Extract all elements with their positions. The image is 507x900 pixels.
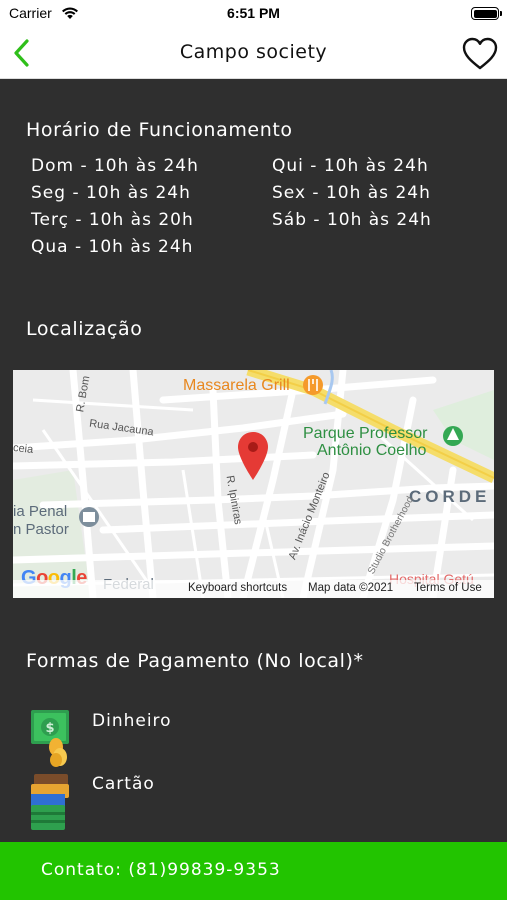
contact-label: Contato: (81)99839-9353 (41, 860, 281, 880)
contact-button[interactable]: Contato: (81)99839-9353 (0, 842, 507, 900)
heart-outline-icon (462, 37, 498, 70)
hours-line: Qua - 10h às 24h (31, 237, 194, 257)
payment-section-title: Formas de Pagamento (No local)* (26, 650, 364, 672)
battery-icon (471, 7, 502, 20)
nav-bar: Campo society (0, 28, 507, 79)
payment-method-label: Dinheiro (92, 711, 172, 731)
hours-line: Qui - 10h às 24h (272, 156, 429, 176)
status-time: 6:51 PM (227, 5, 280, 21)
payment-method-label: Cartão (92, 774, 155, 794)
map-place-label: Massarela Grill (183, 377, 290, 394)
payment-method-item: $ Dinheiro (30, 707, 490, 767)
cash-coins-icon: $ (31, 710, 69, 767)
payment-method-item: Cartão (30, 772, 490, 832)
keyboard-shortcuts-link[interactable]: Keyboard shortcuts (188, 582, 287, 594)
hours-line: Sáb - 10h às 24h (272, 210, 432, 230)
map-place-label: n Pastor (13, 521, 69, 538)
svg-text:$: $ (45, 721, 54, 736)
location-map[interactable]: Massarela Grill Parque Professor Antônio… (13, 370, 494, 598)
hours-column-left: Dom - 10h às 24h Seg - 10h às 24h Terç -… (31, 153, 199, 261)
status-bar: Carrier 6:51 PM (0, 0, 507, 28)
map-place-label: Antônio Coelho (317, 442, 427, 459)
hours-line: Sex - 10h às 24h (272, 183, 431, 203)
page-title: Campo society (179, 41, 328, 63)
hours-line: Seg - 10h às 24h (31, 183, 191, 203)
map-place-label: Parque Professor (303, 425, 428, 442)
hours-line: Terç - 10h às 20h (31, 210, 194, 230)
map-footer: Keyboard shortcuts Map data ©2021 Terms … (13, 580, 494, 598)
hours-line: Dom - 10h às 24h (31, 156, 199, 176)
map-street-label: ceia (13, 441, 34, 457)
map-data-label: Map data ©2021 (308, 582, 394, 594)
location-section-title: Localização (26, 318, 143, 340)
map-place-label: ia Penal (13, 503, 68, 520)
map-place-label: CORDE (409, 487, 491, 506)
favorite-button[interactable] (461, 35, 499, 73)
hours-section-title: Horário de Funcionamento (26, 119, 293, 141)
hours-column-right: Qui - 10h às 24h Sex - 10h às 24h Sáb - … (272, 153, 432, 234)
wallet-cards-icon (31, 774, 69, 830)
terms-of-use-link[interactable]: Terms of Use (414, 582, 482, 594)
